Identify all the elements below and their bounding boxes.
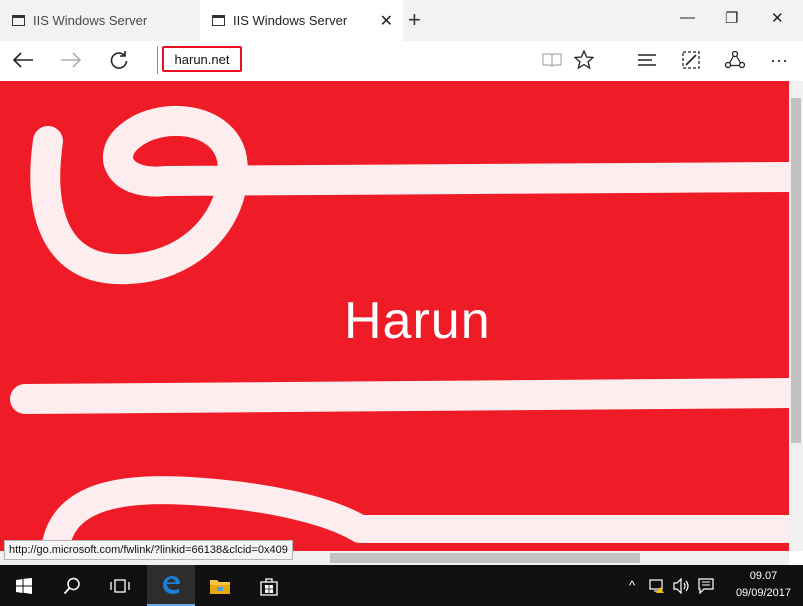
action-center-button[interactable]: [694, 565, 718, 606]
tab-title: IIS Windows Server: [233, 13, 348, 28]
favorites-button[interactable]: [570, 45, 598, 75]
new-tab-button[interactable]: +: [408, 7, 421, 33]
page-icon: [12, 15, 25, 26]
edge-icon: [163, 575, 180, 594]
restore-button[interactable]: ❐: [725, 9, 738, 27]
chevron-up-icon[interactable]: ^: [621, 565, 643, 606]
back-arrow-icon: [12, 52, 33, 68]
navigation-bar: harun.net ···: [0, 41, 803, 82]
network-icon: [649, 578, 664, 593]
taskbar: ^ 09.07 09/09/2017: [0, 565, 803, 606]
page-heading: Harun: [344, 292, 491, 350]
volume-button[interactable]: [670, 565, 694, 606]
forward-arrow-icon: [61, 52, 82, 68]
store-button[interactable]: [245, 565, 293, 606]
search-icon: [63, 577, 80, 594]
share-icon: [724, 50, 746, 69]
web-note-button[interactable]: [676, 45, 706, 75]
vertical-scroll-thumb[interactable]: [791, 98, 801, 443]
network-status-button[interactable]: [645, 565, 669, 606]
action-center-icon: [698, 577, 714, 594]
start-button[interactable]: [0, 565, 48, 606]
web-page-content: Harun: [0, 81, 789, 551]
file-explorer-icon: [210, 579, 230, 594]
minimize-button[interactable]: —: [680, 9, 695, 26]
hub-icon: [638, 54, 656, 66]
clock-date: 09/09/2017: [735, 587, 791, 599]
volume-icon: [673, 577, 689, 594]
book-icon: [542, 53, 562, 68]
tab-iis-1[interactable]: IIS Windows Server: [0, 0, 198, 41]
task-view-button[interactable]: [96, 565, 144, 606]
file-explorer-button[interactable]: [196, 565, 244, 606]
refresh-button[interactable]: [104, 45, 134, 75]
start-icon: [16, 577, 32, 594]
close-tab-icon[interactable]: ✕: [380, 11, 393, 31]
clock-time: 09.07: [749, 570, 778, 582]
system-clock[interactable]: 09.07 09/09/2017: [736, 568, 791, 602]
address-bar[interactable]: harun.net: [162, 46, 242, 72]
status-link-preview: http://go.microsoft.com/fwlink/?linkid=6…: [4, 540, 293, 560]
back-button[interactable]: [8, 45, 38, 75]
close-window-button[interactable]: ✕: [771, 9, 784, 27]
star-icon: [574, 50, 594, 70]
edge-taskbar-button[interactable]: [147, 565, 195, 606]
page-icon: [212, 15, 225, 26]
task-view-icon: [110, 578, 130, 593]
hub-button[interactable]: [632, 45, 662, 75]
share-button[interactable]: [720, 45, 750, 75]
address-separator: [157, 46, 158, 74]
horizontal-scroll-thumb[interactable]: [330, 553, 640, 563]
tab-iis-2[interactable]: IIS Windows Server ✕: [200, 0, 403, 41]
search-button[interactable]: [48, 565, 96, 606]
forward-button[interactable]: [56, 45, 86, 75]
web-note-icon: [682, 51, 700, 69]
more-options-button[interactable]: ···: [764, 45, 794, 75]
tab-bar: IIS Windows Server IIS Windows Server ✕ …: [0, 0, 803, 41]
refresh-icon: [110, 51, 128, 69]
tab-title: IIS Windows Server: [33, 13, 148, 28]
store-icon: [260, 577, 278, 596]
reading-view-button[interactable]: [539, 45, 565, 75]
